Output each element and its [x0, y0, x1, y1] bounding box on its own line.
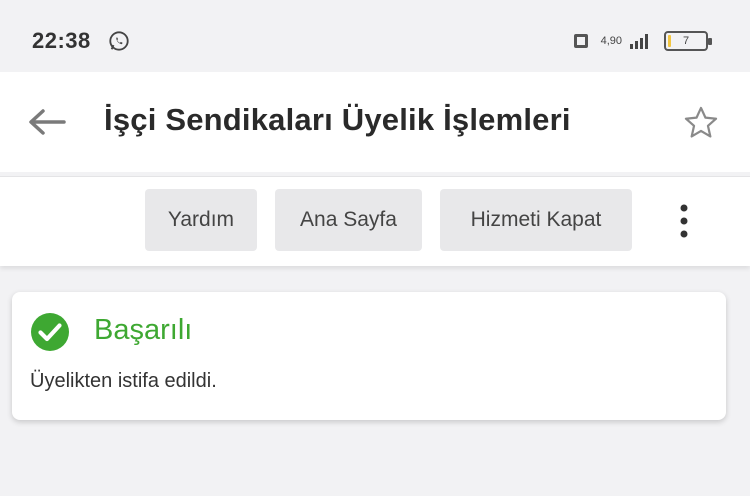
help-button[interactable]: Yardım	[145, 189, 257, 251]
result-card: Başarılı Üyelikten istifa edildi.	[12, 292, 726, 420]
status-time: 22:38	[32, 28, 91, 53]
whatsapp-icon	[109, 31, 129, 51]
network-speed: 4,90	[600, 35, 622, 47]
favorite-button[interactable]	[678, 100, 724, 146]
back-button[interactable]	[22, 100, 70, 144]
result-status-title: Başarılı	[94, 314, 193, 346]
close-service-button[interactable]: Hizmeti Kapat	[440, 189, 632, 251]
home-button[interactable]: Ana Sayfa	[275, 189, 422, 251]
star-outline-icon	[684, 106, 718, 138]
result-message: Üyelikten istifa edildi.	[30, 370, 217, 392]
battery-fill	[668, 35, 671, 47]
check-circle-icon	[31, 313, 69, 351]
battery-level: 7	[682, 35, 690, 47]
more-options-button[interactable]	[662, 195, 706, 247]
arrow-left-icon	[29, 109, 66, 135]
signal-icon	[630, 34, 648, 49]
page-title: İşçi Sendikaları Üyelik İşlemleri	[104, 102, 571, 137]
battery-icon: 7	[664, 31, 712, 51]
status-indicators: 4,90 7	[573, 30, 712, 52]
network-data-icon	[573, 34, 588, 48]
app-header: İşçi Sendikaları Üyelik İşlemleri	[0, 72, 750, 172]
kebab-menu-icon	[680, 204, 688, 238]
status-bar: 22:38 4,90 7	[0, 0, 750, 72]
action-toolbar: Yardım Ana Sayfa Hizmeti Kapat	[0, 176, 750, 266]
